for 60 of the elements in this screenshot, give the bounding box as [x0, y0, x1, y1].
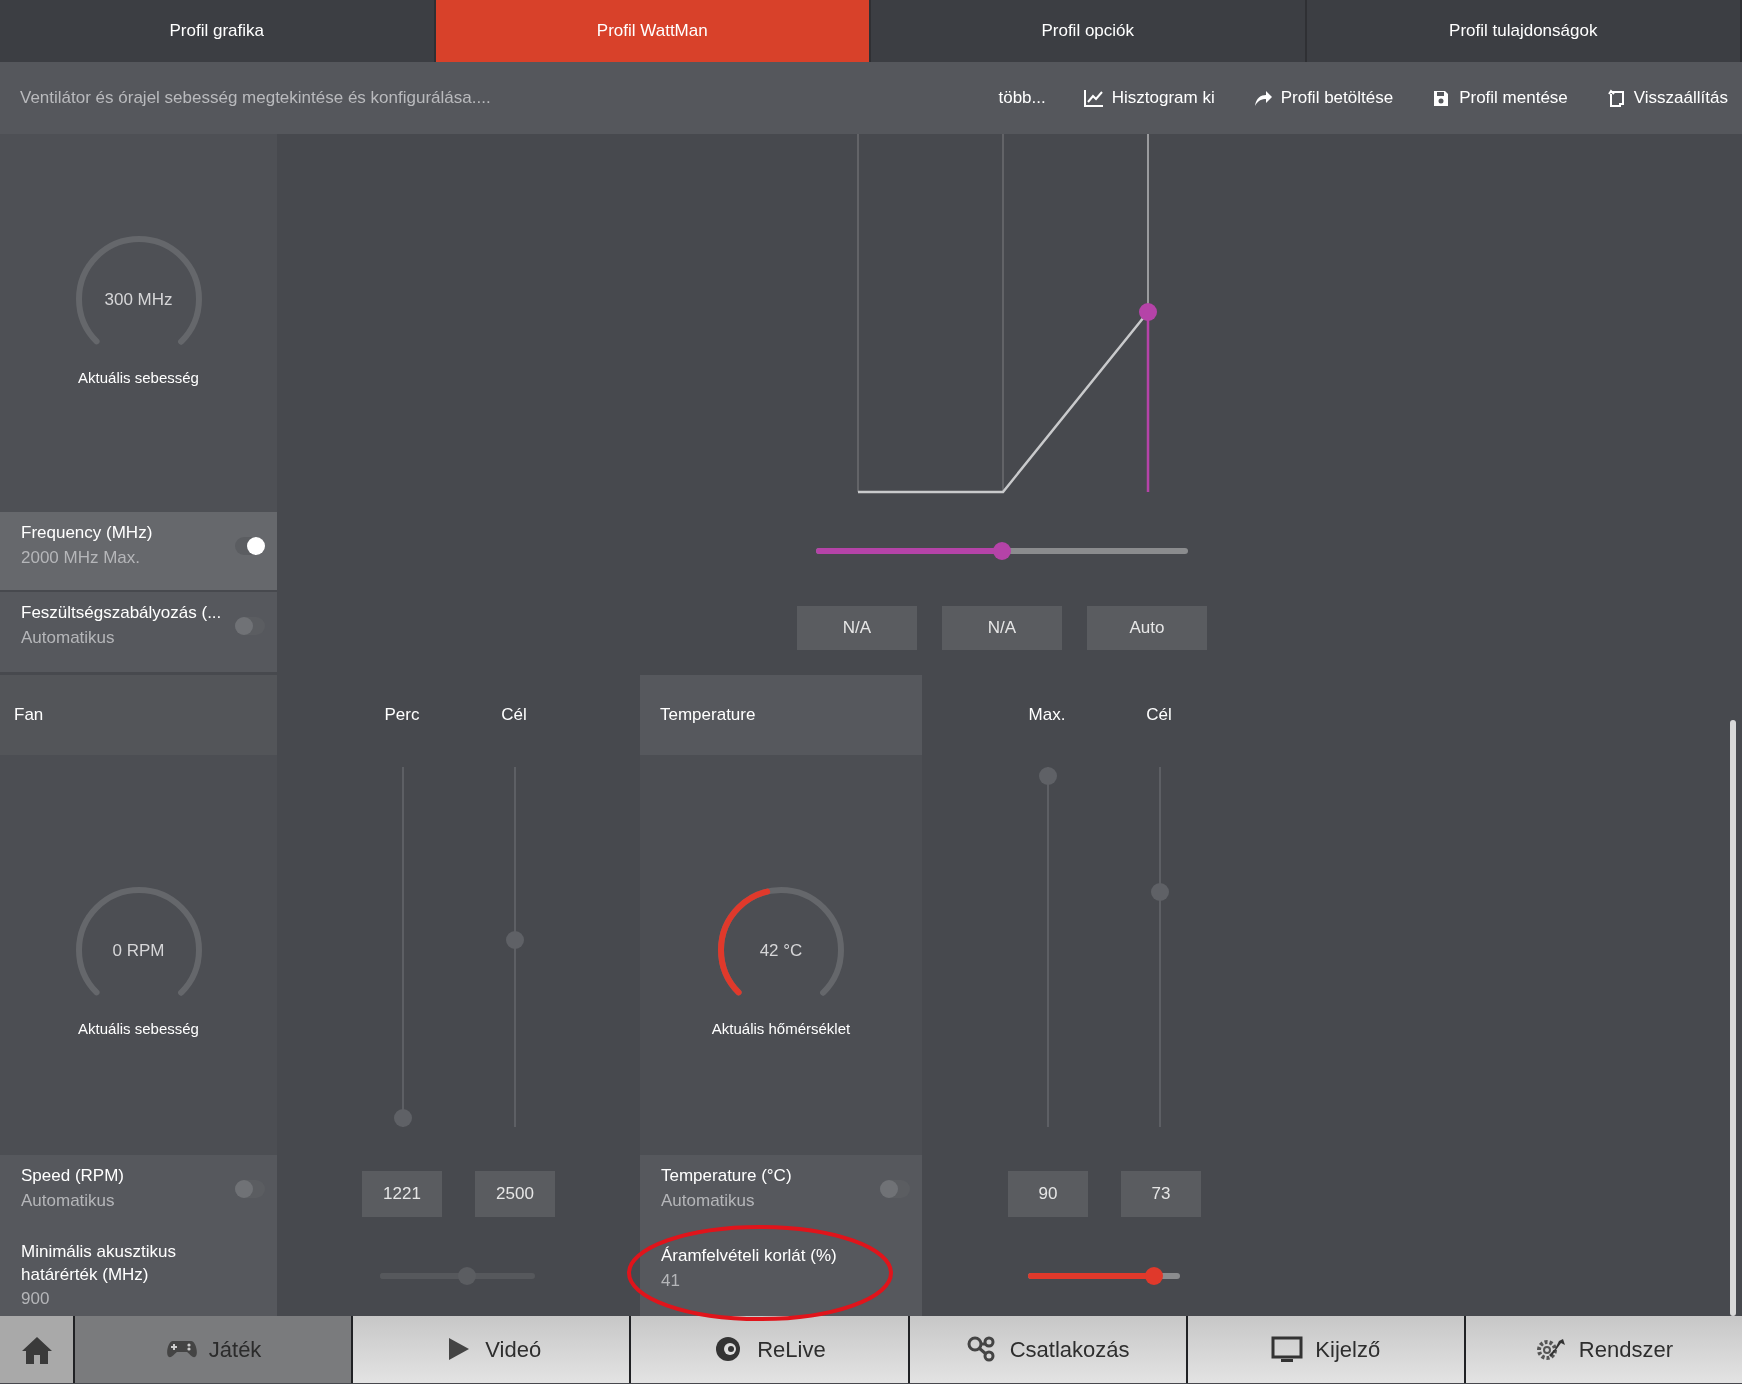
column-header: Cél	[1145, 704, 1173, 727]
toolbar-button[interactable]: Profil betöltése	[1252, 85, 1394, 111]
number-field[interactable]: 90	[1008, 1171, 1088, 1217]
voltage-state-box: N/A	[797, 606, 917, 650]
toggle-switch[interactable]	[235, 537, 265, 555]
toolbar-button[interactable]: Hisztogram ki	[1083, 85, 1215, 111]
vertical-slider[interactable]	[1039, 767, 1057, 1127]
nav-tab[interactable]: ReLive	[629, 1316, 908, 1383]
setting-value: 900	[21, 1287, 51, 1310]
column-header: Max.	[1027, 704, 1067, 727]
gauge-label: Aktuális sebesség	[78, 1019, 199, 1039]
gauge-label: Aktuális sebesség	[78, 368, 199, 388]
tab[interactable]: Profil WattMan	[435, 0, 871, 62]
toggle-switch[interactable]	[235, 617, 265, 635]
arrow-icon	[1252, 88, 1273, 108]
setting-value: 2000 MHz Max.	[21, 546, 142, 569]
reset-icon	[1605, 88, 1626, 108]
number-field[interactable]: 1221	[362, 1171, 442, 1217]
toolbar-button[interactable]: több...	[998, 85, 1046, 111]
monitor-icon	[1271, 1334, 1304, 1365]
column-header: Perc	[383, 704, 421, 727]
setting-label: Speed (RPM)	[21, 1165, 124, 1187]
nav-tab[interactable]: Csatlakozás	[907, 1316, 1186, 1383]
power-limit-slider[interactable]	[1028, 1267, 1180, 1285]
setting-value: Automatikus	[21, 626, 116, 649]
setting-value: Automatikus	[21, 1189, 116, 1212]
scrollbar[interactable]	[1730, 720, 1736, 1316]
gauge-label: Aktuális hőmérséklet	[711, 1019, 851, 1039]
nav-tab[interactable]: Rendszer	[1463, 1316, 1742, 1383]
setting-label: Feszültségszabályozás (...	[21, 602, 222, 624]
description-text: Ventilátor és órajel sebesség megtekintése és konfigurálása....	[20, 87, 492, 110]
section-title: Fan	[14, 704, 44, 727]
vertical-slider[interactable]	[1151, 767, 1169, 1127]
setting-label: Frequency (MHz)	[21, 522, 153, 544]
vertical-slider[interactable]	[506, 767, 524, 1127]
setting-value: 41	[661, 1269, 681, 1292]
section-title: Temperature	[660, 704, 756, 727]
home-button[interactable]	[0, 1316, 73, 1383]
histogram-icon	[1083, 88, 1104, 108]
toggle-switch[interactable]	[880, 1180, 910, 1198]
setting-label: Temperature (°C)	[661, 1165, 792, 1187]
voltage-state-box: Auto	[1087, 606, 1207, 650]
vertical-slider[interactable]	[394, 767, 412, 1127]
voltage-state-box: N/A	[942, 606, 1062, 650]
toggle-switch[interactable]	[235, 1180, 265, 1198]
number-field[interactable]: 2500	[475, 1171, 555, 1217]
frequency-slider[interactable]	[816, 542, 1188, 560]
gauge-reading: 42 °C	[758, 940, 804, 962]
home-icon	[20, 1334, 53, 1365]
nav-tab[interactable]: Kijelző	[1185, 1316, 1464, 1383]
gauge-reading: 300 MHz	[103, 289, 174, 311]
setting-label: Áramfelvételi korlát (%)	[661, 1245, 837, 1267]
gauge-reading: 0 RPM	[111, 940, 166, 962]
setting-value: Automatikus	[661, 1189, 756, 1212]
toolbar-button[interactable]: Profil mentése	[1431, 85, 1568, 111]
number-field[interactable]: 73	[1121, 1171, 1201, 1217]
nav-tab[interactable]: Videó	[351, 1316, 630, 1383]
column-header: Cél	[500, 704, 528, 727]
toolbar-button[interactable]: Visszaállítás	[1605, 85, 1728, 111]
setting-label: Minimális akusztikus határérték (MHz)	[21, 1241, 177, 1286]
